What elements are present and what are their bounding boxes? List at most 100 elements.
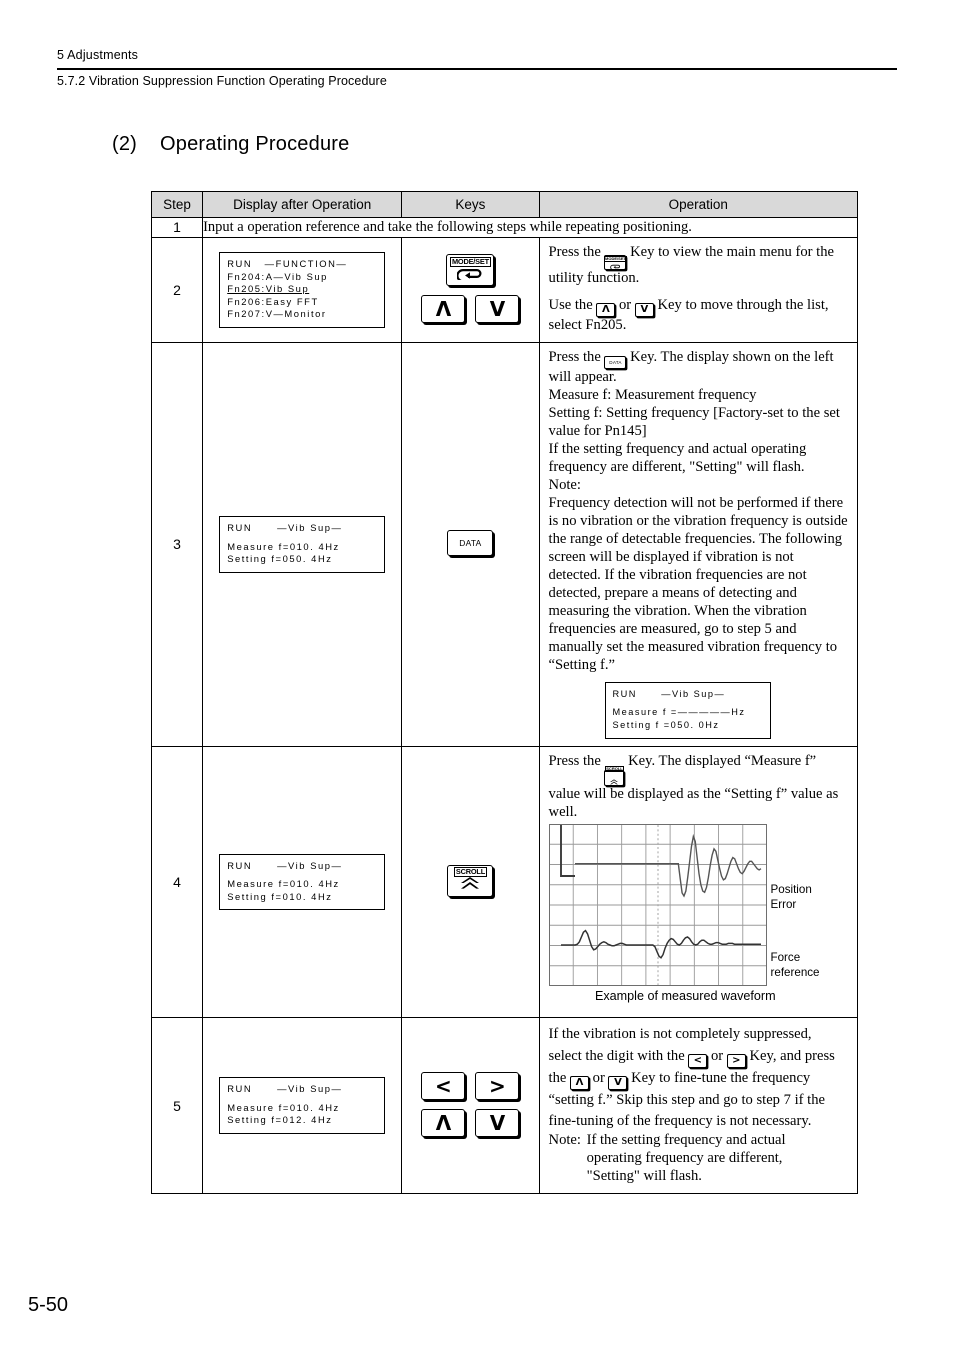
lcd-line: RUN [227, 257, 253, 269]
keys-cell: MODE/SET Λ V [401, 236, 540, 344]
lcd-line: Setting f=012. 4Hz [227, 1114, 333, 1126]
table-row: 5 RUN —Vib Sup— Measure f=010. 4Hz Settin… [150, 1017, 859, 1194]
down-key[interactable]: V [475, 295, 520, 324]
display-cell: RUN —Vib Sup— Measure f=010. 4Hz Setting … [202, 745, 403, 1019]
page-title: (2) Operating Procedure [112, 133, 349, 156]
operation-text: or [707, 1047, 727, 1064]
column-header-keys: Keys [401, 191, 540, 218]
lcd-line: RUN [227, 1083, 253, 1095]
double-chevron-up-icon [459, 876, 481, 895]
left-arrow-icon: < [688, 1053, 708, 1068]
lcd-line: RUN [227, 859, 253, 871]
operation-cell: Press the DATA Key. The display shown on… [538, 342, 859, 747]
operation-paragraph: Press the DATA Key. The display shown on… [549, 349, 848, 387]
lcd-line: —FUNCTION— [264, 257, 348, 269]
lcd-display: RUN —Vib Sup— Measure f=010. 4Hz Setting … [219, 1077, 386, 1135]
step-number: 4 [150, 745, 204, 1019]
operation-text: or [589, 1069, 609, 1086]
operation-text: or [615, 297, 635, 314]
lcd-line: Measure f =—————Hz [612, 707, 746, 718]
lcd-line: RUN [612, 688, 637, 699]
operation-paragraph: If the vibration is not completely suppr… [549, 1024, 848, 1132]
display-cell: RUN —FUNCTION— Fn204:A—Vib Sup Fn205:Vib… [202, 236, 403, 344]
operation-cell: Press the MODE/SET Key to view the main … [538, 236, 859, 344]
display-cell: RUN —Vib Sup— Measure f=010. 4Hz Setting … [202, 1017, 403, 1194]
step-number: 1 [150, 217, 204, 238]
lcd-line: RUN [227, 521, 253, 533]
down-key[interactable]: V [475, 1109, 520, 1138]
operation-note-label: Note: [548, 1132, 581, 1149]
data-key-icon: DATA [604, 356, 627, 370]
column-header-step: Step [150, 191, 204, 218]
procedure-table: Step Display after Operation Keys Operat… [150, 191, 859, 1194]
keys-cell: < > Λ V [401, 1017, 540, 1194]
operation-paragraph: Press the MODE/SET Key to view the main … [549, 244, 848, 288]
lcd-line: —Vib Sup— [277, 521, 343, 533]
lcd-line: Measure f=010. 4Hz [227, 878, 340, 890]
header-chapter: 5 Adjustments [57, 48, 139, 62]
operation-paragraph: If the setting frequency and actual oper… [548, 441, 807, 476]
table-row: 2 RUN —FUNCTION— Fn204:A—Vib Sup Fn205:V… [150, 236, 859, 344]
operation-text: Press the [548, 243, 605, 260]
lcd-line-selected: Fn205:Vib Sup [227, 283, 310, 295]
table-row: 1 Input a operation reference and take t… [150, 217, 858, 238]
column-header-operation: Operation [538, 191, 859, 218]
down-arrow-icon: V [489, 297, 506, 322]
operation-paragraph: Frequency detection will not be performe… [548, 495, 848, 673]
manual-page: 5 Adjustments 5.7.2 Vibration Suppressio… [0, 0, 954, 1350]
mode-set-key-label: MODE/SET [449, 256, 491, 267]
figure-caption: Example of measured waveform [594, 988, 776, 1003]
step-number: 2 [150, 236, 204, 344]
down-arrow-icon: V [489, 1111, 506, 1136]
header-rule [57, 68, 897, 70]
up-arrow-icon: Λ [435, 1111, 452, 1136]
keys-cell: DATA [401, 342, 540, 747]
step1-instruction: Input a operation reference and take the… [202, 217, 858, 238]
header-section: 5.7.2 Vibration Suppression Function Ope… [57, 74, 387, 88]
right-arrow-icon: > [726, 1053, 746, 1068]
up-key[interactable]: Λ [421, 1109, 466, 1138]
operation-paragraph: Setting f: Setting frequency [Factory-se… [548, 405, 840, 440]
loop-arrow-icon [456, 267, 483, 285]
lcd-line: Fn207:V—Monitor [227, 308, 327, 320]
display-cell: RUN —Vib Sup— Measure f=010. 4Hz Setting … [202, 342, 403, 747]
lcd-line: Fn204:A—Vib Sup [227, 270, 328, 282]
lcd-line: Setting f=050. 4Hz [227, 553, 333, 565]
up-key[interactable]: Λ [421, 295, 466, 324]
operation-paragraph: Use the Λ or V Key to move through the l… [549, 297, 848, 335]
left-arrow-icon: < [435, 1074, 452, 1099]
lcd-display: RUN —FUNCTION— Fn204:A—Vib Sup Fn205:Vib… [219, 251, 386, 328]
lcd-line: Measure f=010. 4Hz [227, 1101, 340, 1113]
up-arrow-icon: Λ [435, 297, 452, 322]
step-number: 5 [150, 1017, 204, 1194]
waveform-figure: Position Error Force reference Example of … [548, 822, 848, 1011]
waveform-chart [548, 823, 767, 986]
page-title-text: Operating Procedure [160, 133, 350, 155]
table-row: 4 RUN —Vib Sup— Measure f=010. 4Hz Settin… [150, 745, 859, 1019]
table-row: 3 RUN —Vib Sup— Measure f=010. 4Hz Settin… [150, 342, 859, 747]
operation-text: Use the [548, 297, 597, 314]
right-key[interactable]: > [475, 1072, 520, 1101]
operation-note: Note: If the setting frequency and actua… [549, 1132, 848, 1186]
operation-text: Press the [548, 349, 605, 366]
mode-set-icon: MODE/SET [603, 255, 628, 271]
scroll-key[interactable]: SCROLL [447, 864, 494, 897]
lcd-line: —Vib Sup— [661, 688, 726, 699]
legend-position-error: Position Error [770, 882, 812, 911]
operation-cell: If the vibration is not completely suppr… [538, 1017, 859, 1194]
down-arrow-icon: V [608, 1075, 628, 1090]
lcd-display: RUN —Vib Sup— Measure f=010. 4Hz Setting … [219, 853, 386, 911]
right-arrow-icon: > [489, 1074, 506, 1099]
data-key[interactable]: DATA [447, 530, 494, 557]
page-number: 5-50 [28, 1294, 69, 1316]
left-key[interactable]: < [421, 1072, 466, 1101]
lcd-line: —Vib Sup— [277, 859, 343, 871]
down-arrow-icon: V [634, 303, 654, 318]
lcd-line: Measure f=010. 4Hz [227, 540, 340, 552]
lcd-line: Setting f =050. 0Hz [612, 720, 720, 731]
mode-set-key[interactable]: MODE/SET [446, 254, 495, 287]
operation-paragraph: Measure f: Measurement frequency [548, 387, 757, 404]
data-key-label: DATA [459, 538, 482, 549]
scroll-key-icon: SCROLL [604, 765, 625, 786]
operation-text: Press the [548, 752, 605, 769]
